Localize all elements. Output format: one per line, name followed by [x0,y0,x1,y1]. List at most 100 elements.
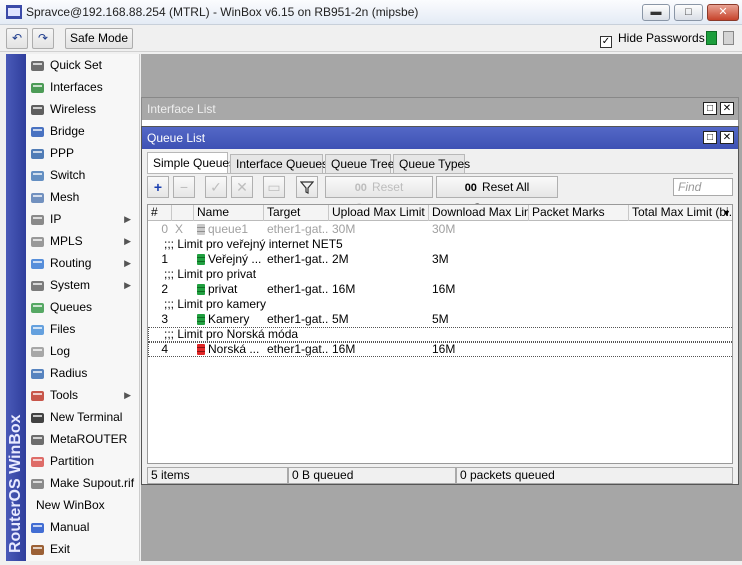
tab-queue-tree[interactable]: Queue Tree [325,154,394,174]
comment-button[interactable]: ▭ [263,176,285,198]
menu-item-label: PPP [50,146,75,160]
status-queued-packets: 0 packets queued [456,467,733,484]
cell-target: ether1-gat... [267,252,329,266]
disable-button[interactable]: ✕ [231,176,253,198]
menu-item-ppp[interactable]: PPP [26,142,139,164]
menu-item-mpls[interactable]: MPLS ▶ [26,230,139,252]
menu-item-metarouter[interactable]: MetaROUTER [26,428,139,450]
menu-item-bridge[interactable]: Bridge [26,120,139,142]
comment-row[interactable]: ;;; Limit pro kamery [148,297,732,312]
hide-passwords-checkbox[interactable]: ✓ [600,36,612,48]
interface-list-window[interactable]: Interface List □ ✕ [141,97,739,127]
menu-item-tools[interactable]: Tools ▶ [26,384,139,406]
menu-item-interfaces[interactable]: Interfaces [26,76,139,98]
column-upload-max-limit[interactable]: Upload Max Limit [329,205,429,221]
queue-status-light-icon [197,344,205,355]
reset-all-counters-icon: 00 [464,182,477,194]
cell-target: ether1-gat... [267,342,329,356]
menu-item-label: Quick Set [50,58,103,72]
submenu-arrow-icon: ▶ [124,390,131,400]
menu-item-files[interactable]: Files [26,318,139,340]
menu-item-queues[interactable]: Queues [26,296,139,318]
menu-item-log[interactable]: Log [26,340,139,362]
menu-item-label: Routing [50,256,92,270]
column-name[interactable]: Name [194,205,264,221]
comment-row[interactable]: ;;; Limit pro Norská móda [148,327,732,342]
interface-list-titlebar[interactable]: Interface List □ ✕ [142,98,738,120]
add-button[interactable]: + [147,176,169,198]
interface-list-title: Interface List [147,102,216,116]
queue-list-maximize-button[interactable]: □ [703,131,717,144]
cell-flag [172,342,194,357]
reset-all-counters-button[interactable]: 00Reset All Counters [436,176,558,215]
mpls-icon [30,234,45,248]
menu-item-routing[interactable]: Routing ▶ [26,252,139,274]
cell-num: 3 [161,312,168,326]
metarouter-icon [30,432,45,446]
cell-num: 2 [161,282,168,296]
filter-button[interactable] [296,176,318,198]
menu-item-switch[interactable]: Switch [26,164,139,186]
column-packet-marks[interactable]: Packet Marks [529,205,629,221]
menu-item-manual[interactable]: Manual [26,516,139,538]
table-row[interactable]: 4 Norská ... ether1-gat... 16M 16M [148,342,732,357]
lock-icon [723,31,734,45]
cell-download: 16M [432,342,456,356]
menu-item-label: Exit [50,542,71,556]
find-input[interactable]: Find [673,178,733,196]
menu-item-radius[interactable]: Radius [26,362,139,384]
menu-item-mesh[interactable]: Mesh [26,186,139,208]
remove-button[interactable]: − [173,176,195,198]
menu-item-partition[interactable]: Partition [26,450,139,472]
interface-list-maximize-button[interactable]: □ [703,102,717,115]
safe-mode-button[interactable]: Safe Mode [65,28,133,49]
column-download-max-limit[interactable]: Download Max Limit [429,205,529,221]
column-total-max-limit[interactable]: Total Max Limit (bi... [629,205,732,221]
hide-passwords-toggle[interactable]: ✓ Hide Passwords [600,31,705,48]
column-target[interactable]: Target [264,205,329,221]
interface-list-close-button[interactable]: ✕ [720,102,734,115]
queue-list-close-button[interactable]: ✕ [720,131,734,144]
close-button[interactable]: ✕ [707,4,739,21]
comment-row[interactable]: ;;; Limit pro privat [148,267,732,282]
menu-item-wireless[interactable]: Wireless [26,98,139,120]
menu-item-make-supout-rif[interactable]: Make Supout.rif [26,472,139,494]
queue-name: Norská ... [208,342,260,356]
main-toolbar: ↶ ↷ Safe Mode ✓ Hide Passwords [0,25,742,52]
log-icon [30,344,45,358]
minimize-button[interactable]: ▬ [642,4,670,21]
window-title: Spravce@192.168.88.254 (MTRL) - WinBox v… [26,5,419,19]
help-icon [30,520,45,534]
routing-icon [30,256,45,270]
column-chooser-arrow-icon[interactable]: ▼ [722,208,731,218]
table-row[interactable]: 2 privat ether1-gat... 16M 16M [148,282,732,297]
enable-button[interactable]: ✓ [205,176,227,198]
menu-item-label: Interfaces [50,80,103,94]
queue-name: Kamery [208,312,250,326]
table-row[interactable]: 3 Kamery ether1-gat... 5M 5M [148,312,732,327]
table-row[interactable]: 1 Veřejný ... ether1-gat... 2M 3M [148,252,732,267]
tab-simple-queues[interactable]: Simple Queues [147,152,235,174]
undo-button[interactable]: ↶ [6,28,28,49]
window-titlebar: Spravce@192.168.88.254 (MTRL) - WinBox v… [0,0,742,25]
menu-item-quick-set[interactable]: Quick Set [26,54,139,76]
queue-name: queue1 [208,222,249,236]
mesh-icon [30,190,45,204]
cell-download: 3M [432,252,449,266]
queue-list-titlebar[interactable]: Queue List □ ✕ [142,127,738,149]
cell-upload: 5M [332,312,349,326]
column-number[interactable]: # [148,205,172,221]
menu-item-system[interactable]: System ▶ [26,274,139,296]
tab-interface-queues[interactable]: Interface Queues [230,154,328,174]
menu-item-new-terminal[interactable]: New Terminal [26,406,139,428]
menu-item-new-winbox[interactable]: New WinBox [26,494,139,516]
reset-counters-button[interactable]: 00Reset Counters [325,176,433,215]
maximize-button[interactable]: □ [674,4,703,21]
column-flags[interactable] [172,205,194,221]
redo-button[interactable]: ↷ [32,28,54,49]
tab-queue-types[interactable]: Queue Types [393,154,470,174]
comment-row[interactable]: ;;; Limit pro veřejný internet NET5 [148,237,732,252]
table-row[interactable]: 0 Xqueue1 ether1-gat... 30M 30M [148,222,732,237]
menu-item-ip[interactable]: IP ▶ [26,208,139,230]
menu-item-exit[interactable]: Exit [26,538,139,560]
